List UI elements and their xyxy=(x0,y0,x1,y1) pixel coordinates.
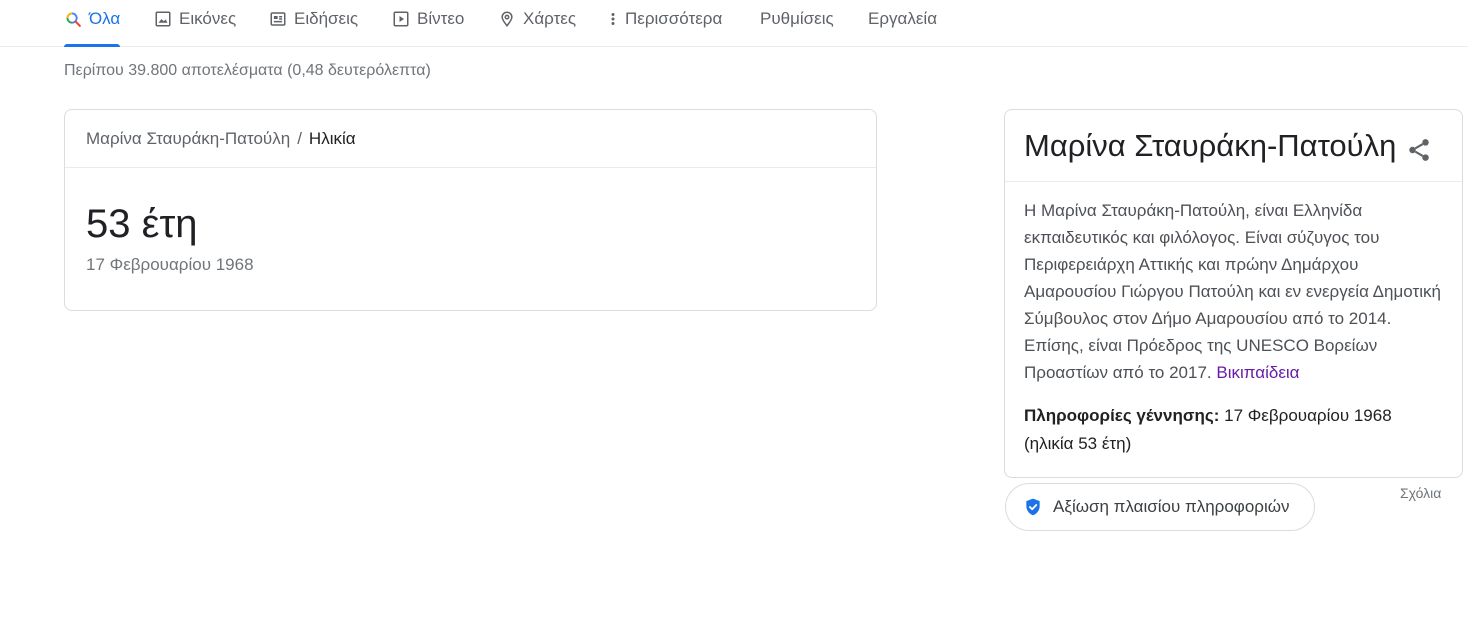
knowledge-panel: Μαρίνα Σταυράκη-Πατούλη Η Μαρίνα Σταυράκ… xyxy=(1004,109,1463,478)
tab-settings[interactable]: Ρυθμίσεις xyxy=(760,0,834,46)
breadcrumb-current: Ηλικία xyxy=(308,128,356,148)
tab-label: Όλα xyxy=(89,9,121,28)
knowledge-panel-description: Η Μαρίνα Σταυράκη-Πατούλη, είναι Ελληνίδ… xyxy=(1024,197,1449,386)
tab-news[interactable]: Ειδήσεις xyxy=(269,0,358,46)
description-text: Η Μαρίνα Σταυράκη-Πατούλη, είναι Ελληνίδ… xyxy=(1024,201,1441,382)
verified-shield-icon xyxy=(1023,497,1043,517)
tab-label: Βίντεο xyxy=(417,9,465,28)
tab-videos[interactable]: Βίντεο xyxy=(392,0,464,46)
search-results-page: Όλα Εικόνες Ειδήσεις Βίντεο Χάρτες Περισ… xyxy=(0,0,1468,632)
result-stats: Περίπου 39.800 αποτελέσματα (0,48 δευτερ… xyxy=(64,62,431,79)
breadcrumb-person-link[interactable]: Μαρίνα Σταυράκη-Πατούλη xyxy=(86,129,290,149)
tab-all[interactable]: Όλα xyxy=(64,0,121,47)
birth-date: 17 Φεβρουαρίου 1968 xyxy=(86,255,254,274)
tab-label: Περισσότερα xyxy=(625,9,723,28)
birth-info-label: Πληροφορίες γέννησης: xyxy=(1024,406,1220,425)
tab-more[interactable]: Περισσότερα xyxy=(607,0,722,46)
feedback-link[interactable]: Σχόλια xyxy=(1400,485,1441,501)
claim-button-label: Αξίωση πλαισίου πληροφοριών xyxy=(1053,497,1290,516)
tab-label: Εργαλεία xyxy=(868,9,938,28)
play-icon xyxy=(392,10,410,28)
knowledge-panel-title: Μαρίνα Σταυράκη-Πατούλη xyxy=(1024,128,1397,163)
tab-label: Εικόνες xyxy=(179,9,237,28)
search-icon xyxy=(64,10,82,28)
claim-knowledge-panel-button[interactable]: Αξίωση πλαισίου πληροφοριών xyxy=(1005,483,1315,531)
tab-label: Χάρτες xyxy=(523,9,577,28)
age-value: 53 έτη xyxy=(86,202,198,246)
tab-label: Ειδήσεις xyxy=(294,9,359,28)
news-icon xyxy=(269,10,287,28)
tab-tools[interactable]: Εργαλεία xyxy=(868,0,937,46)
search-tabs: Όλα Εικόνες Ειδήσεις Βίντεο Χάρτες Περισ… xyxy=(0,0,1468,47)
tab-label: Ρυθμίσεις xyxy=(760,9,834,28)
share-button[interactable] xyxy=(1405,136,1433,164)
tab-images[interactable]: Εικόνες xyxy=(154,0,236,46)
breadcrumb: Μαρίνα Σταυράκη-Πατούλη / Ηλικία xyxy=(65,110,876,168)
more-vert-icon xyxy=(607,10,619,28)
knowledge-panel-header: Μαρίνα Σταυράκη-Πατούλη xyxy=(1005,110,1462,182)
map-pin-icon xyxy=(498,10,516,28)
breadcrumb-separator: / xyxy=(297,128,302,148)
birth-info: Πληροφορίες γέννησης: 17 Φεβρουαρίου 196… xyxy=(1024,402,1444,458)
age-answer-card: Μαρίνα Σταυράκη-Πατούλη / Ηλικία 53 έτη … xyxy=(64,109,877,311)
share-icon xyxy=(1406,137,1432,163)
tab-maps[interactable]: Χάρτες xyxy=(498,0,576,46)
wikipedia-link[interactable]: Βικιπαίδεια xyxy=(1216,363,1299,382)
image-icon xyxy=(154,10,172,28)
